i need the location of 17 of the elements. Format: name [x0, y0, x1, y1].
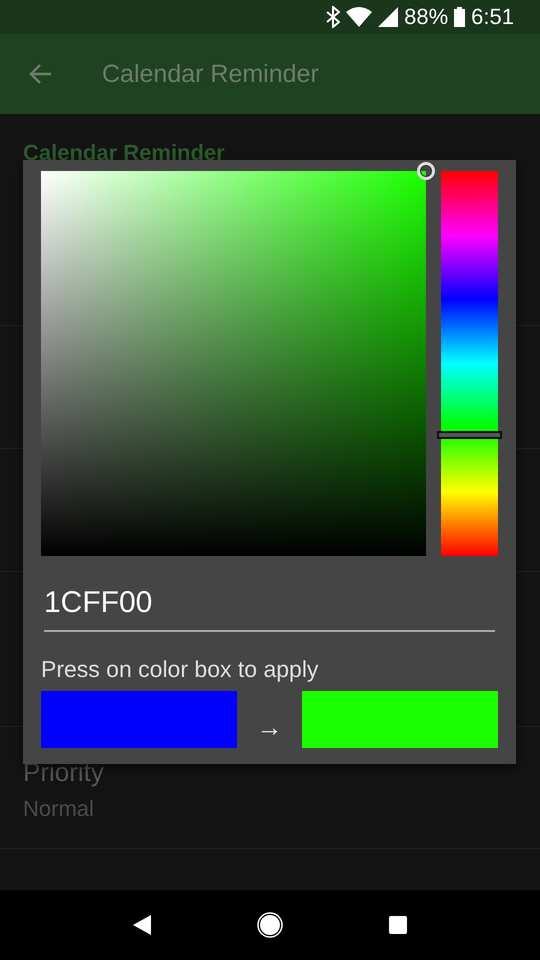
section-header: Calendar Reminder [23, 140, 225, 165]
wifi-icon [346, 7, 372, 27]
screen-title: Calendar Reminder [102, 60, 319, 88]
back-icon[interactable] [133, 915, 151, 935]
bluetooth-icon [326, 6, 340, 28]
signal-icon [378, 7, 398, 27]
hint-text: Press on color box to apply [41, 656, 320, 683]
color-swatch[interactable] [41, 691, 237, 748]
home-icon[interactable] [257, 912, 283, 938]
hex-input-field[interactable]: 1CFF00 [44, 582, 495, 632]
battery-percent: 88% [404, 4, 448, 30]
picker-cursor[interactable] [417, 162, 435, 180]
color-swatch[interactable] [302, 691, 498, 748]
battery-icon [454, 7, 466, 27]
clock-time: 6:51 [471, 4, 514, 30]
back-arrow-icon[interactable] [28, 63, 52, 85]
arrow-text: → [256, 712, 282, 743]
